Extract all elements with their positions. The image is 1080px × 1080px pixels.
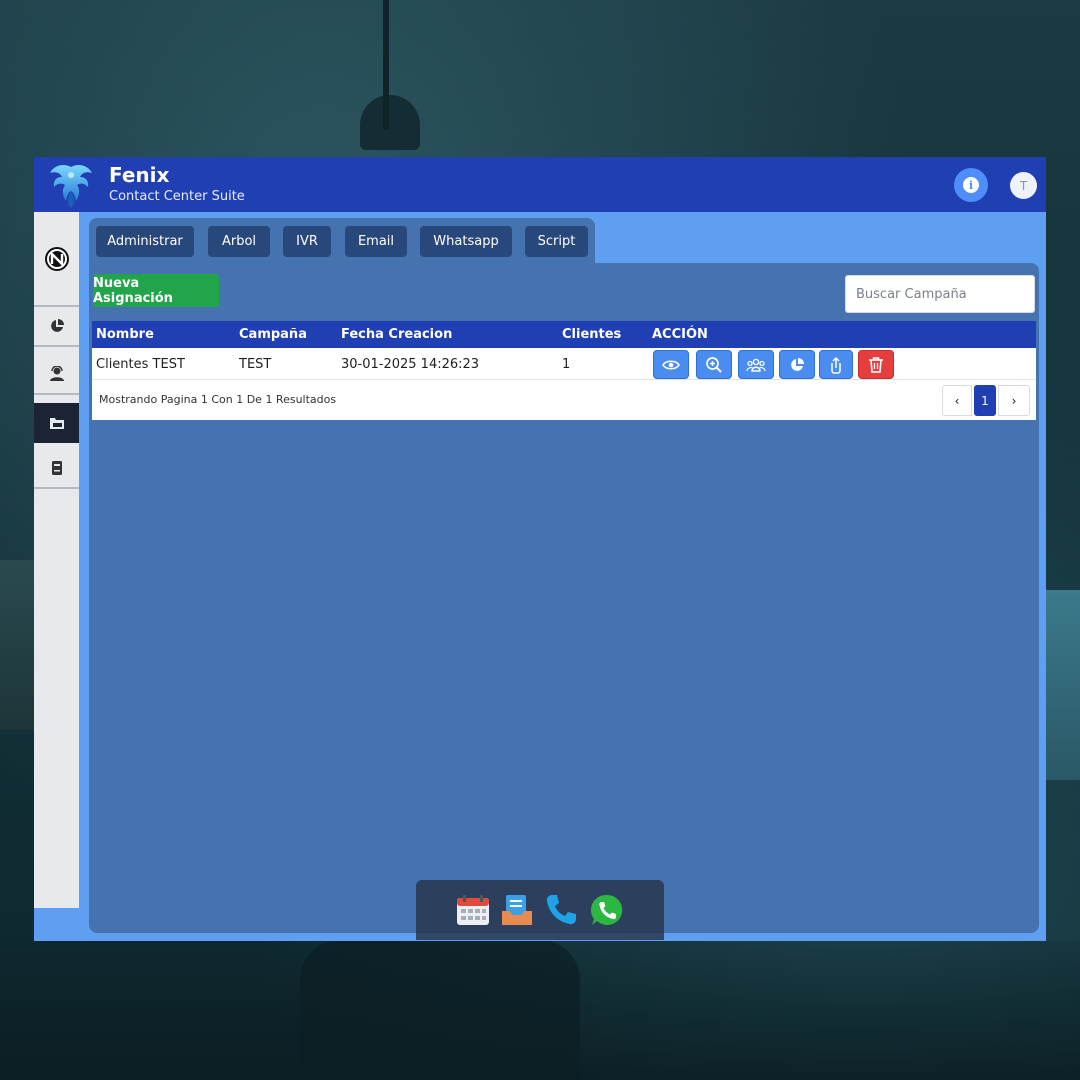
tab-ivr[interactable]: IVR xyxy=(283,226,331,257)
stats-button[interactable] xyxy=(779,350,815,379)
bg-lamp xyxy=(360,95,420,150)
clients-button[interactable] xyxy=(738,350,774,379)
tab-arbol[interactable]: Arbol xyxy=(208,226,270,257)
table-row: Clientes TEST TEST 30-01-2025 14:26:23 1 xyxy=(92,348,1036,380)
sidebar-item-agents[interactable] xyxy=(34,355,79,395)
cell-nombre: Clientes TEST xyxy=(96,357,185,372)
brand-logo-icon xyxy=(44,246,69,271)
user-avatar[interactable]: T xyxy=(1010,172,1037,199)
tab-email[interactable]: Email xyxy=(345,226,407,257)
zoom-in-icon xyxy=(706,356,722,373)
col-clientes: Clientes xyxy=(562,327,622,342)
tab-whatsapp[interactable]: Whatsapp xyxy=(420,226,512,257)
cell-campana: TEST xyxy=(239,357,272,372)
tab-script[interactable]: Script xyxy=(525,226,588,257)
pie-chart-icon xyxy=(791,357,804,371)
table-header: Nombre Campaña Fecha Creacion Clientes A… xyxy=(92,321,1036,348)
phone-icon[interactable] xyxy=(544,893,578,927)
delete-button[interactable] xyxy=(858,350,894,379)
app-title: Fenix xyxy=(109,163,170,187)
app-subtitle: Contact Center Suite xyxy=(109,189,245,204)
trash-icon xyxy=(869,356,883,373)
info-icon: i xyxy=(963,177,979,193)
new-assignment-button[interactable]: Nueva Asignación xyxy=(93,274,219,307)
view-button[interactable] xyxy=(653,350,689,379)
sidebar xyxy=(34,212,79,908)
assignments-table: Nombre Campaña Fecha Creacion Clientes A… xyxy=(92,321,1036,420)
upload-button[interactable] xyxy=(819,350,853,379)
eye-icon xyxy=(662,359,680,370)
pager-prev[interactable]: ‹ xyxy=(942,385,972,416)
calendar-icon[interactable] xyxy=(456,893,490,927)
bg-chair xyxy=(300,940,580,1080)
col-campana: Campaña xyxy=(239,327,307,342)
quick-dock xyxy=(416,880,664,940)
search-campaign-input[interactable] xyxy=(845,275,1035,313)
pager-current[interactable]: 1 xyxy=(974,385,996,416)
inbox-icon[interactable] xyxy=(500,893,534,927)
pie-chart-icon xyxy=(50,319,64,332)
tab-administrar[interactable]: Administrar xyxy=(96,226,194,257)
results-summary: Mostrando Pagina 1 Con 1 De 1 Resultados xyxy=(99,393,337,406)
pager-next[interactable]: › xyxy=(998,385,1030,416)
zoom-button[interactable] xyxy=(696,350,732,379)
col-accion: ACCIÓN xyxy=(652,327,708,342)
folder-icon xyxy=(49,418,64,429)
cell-clientes: 1 xyxy=(562,357,571,372)
agent-icon xyxy=(49,366,64,381)
bg-monitor-left xyxy=(0,560,34,730)
phoenix-logo-icon xyxy=(50,165,92,208)
sidebar-item-campaigns[interactable] xyxy=(34,403,79,443)
upload-icon xyxy=(831,356,841,374)
bg-monitor-right xyxy=(1046,590,1080,780)
sidebar-item-brand[interactable] xyxy=(34,212,79,307)
sidebar-item-dashboard[interactable] xyxy=(34,307,79,347)
top-bar: Fenix Contact Center Suite i T xyxy=(34,157,1046,212)
info-button[interactable]: i xyxy=(954,168,988,202)
cell-fecha: 30-01-2025 14:26:23 xyxy=(341,357,480,372)
app-window: Fenix Contact Center Suite i T Administr… xyxy=(34,157,1046,941)
col-nombre: Nombre xyxy=(96,327,154,342)
book-icon xyxy=(51,461,62,475)
sidebar-item-reports[interactable] xyxy=(34,449,79,489)
col-fecha: Fecha Creacion xyxy=(341,327,453,342)
users-icon xyxy=(746,358,766,372)
whatsapp-icon[interactable] xyxy=(590,893,624,927)
